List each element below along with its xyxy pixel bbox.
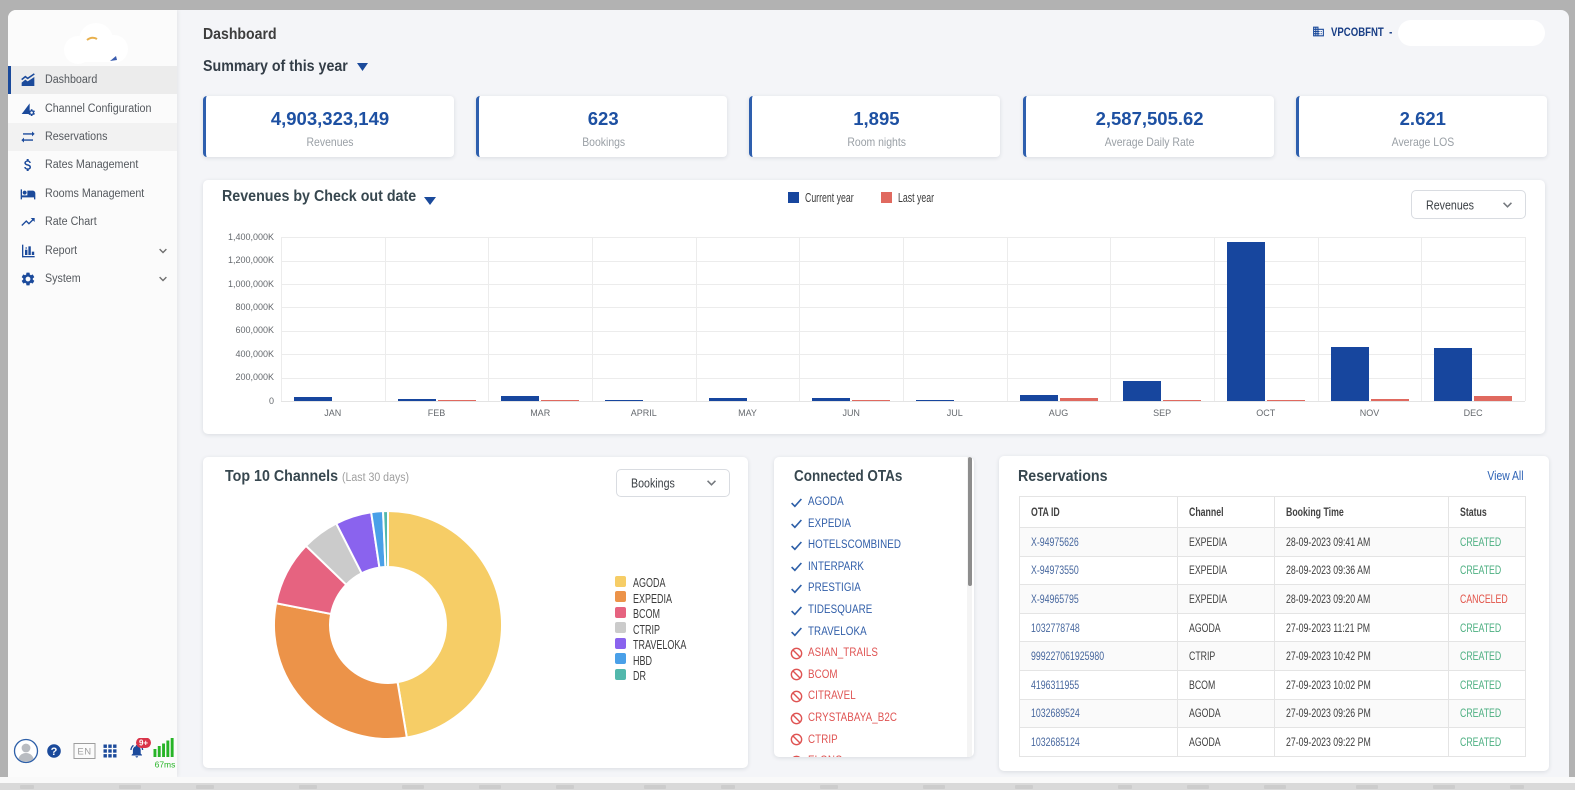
svg-text:9+: 9+ [139, 739, 148, 748]
svg-text:?: ? [51, 746, 58, 758]
svg-text:67ms: 67ms [155, 760, 176, 770]
svg-text:EN: EN [77, 747, 91, 758]
